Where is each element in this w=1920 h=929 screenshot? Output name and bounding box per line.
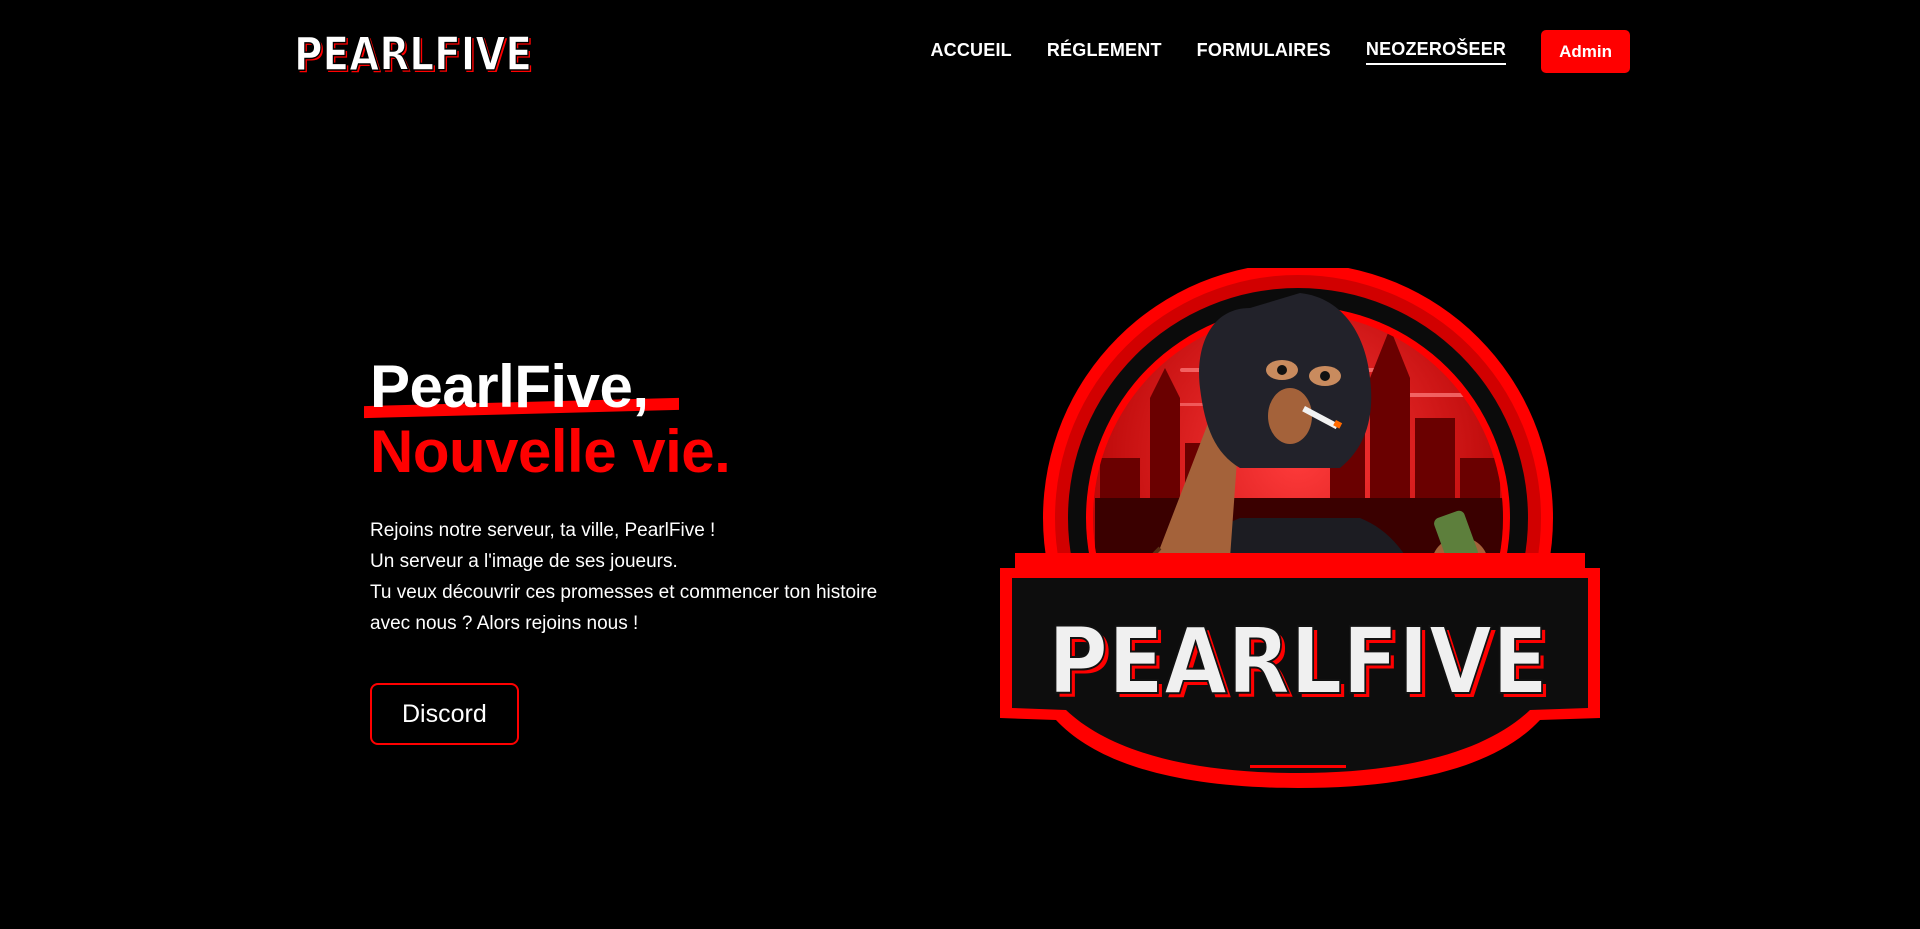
main-nav: ACCUEIL RÉGLEMENT FORMULAIRES NEOZEROŠEE… <box>895 30 1630 73</box>
hero-title-line1-wrap: PearlFive, <box>364 353 679 420</box>
hero-title-line1: PearlFive, <box>370 353 649 420</box>
nav-link-neozeroseer[interactable]: NEOZEROŠEER <box>1365 39 1507 65</box>
nav-link-formulaires[interactable]: FORMULAIRES <box>1197 40 1331 64</box>
hero-title-line2: Nouvelle vie. <box>370 417 731 485</box>
nav-link-accueil[interactable]: ACCUEIL <box>930 40 1011 64</box>
pearlfive-emblem-illustration: PEARLFIVE PEARLFIVE <box>1000 268 1600 788</box>
hero-description-line: Un serveur a l'image de ses joueurs. <box>370 550 678 572</box>
emblem-logo-text: PEARLFIVE <box>1048 608 1548 715</box>
hero-description-line: avec nous ? Alors rejoins nous ! <box>370 612 639 634</box>
discord-button[interactable]: Discord <box>370 682 519 745</box>
hero-section: PearlFive, Nouvelle vie. Rejoins notre s… <box>364 353 910 745</box>
hero-description: Rejoins notre serveur, ta ville, PearlFi… <box>370 515 910 639</box>
header-logo[interactable]: PEARLFIVE PEARLFIVE <box>290 22 536 80</box>
nav-link-reglement[interactable]: RÉGLEMENT <box>1047 40 1162 64</box>
hero-description-line: Rejoins notre serveur, ta ville, PearlFi… <box>370 519 716 541</box>
page: PEARLFIVE PEARLFIVE ACCUEIL RÉGLEMENT FO… <box>0 0 1920 929</box>
admin-button[interactable]: Admin <box>1541 30 1630 73</box>
hero-description-line: Tu veux découvrir ces promesses et comme… <box>370 581 878 603</box>
header-logo-text: PEARLFIVE <box>294 27 532 80</box>
